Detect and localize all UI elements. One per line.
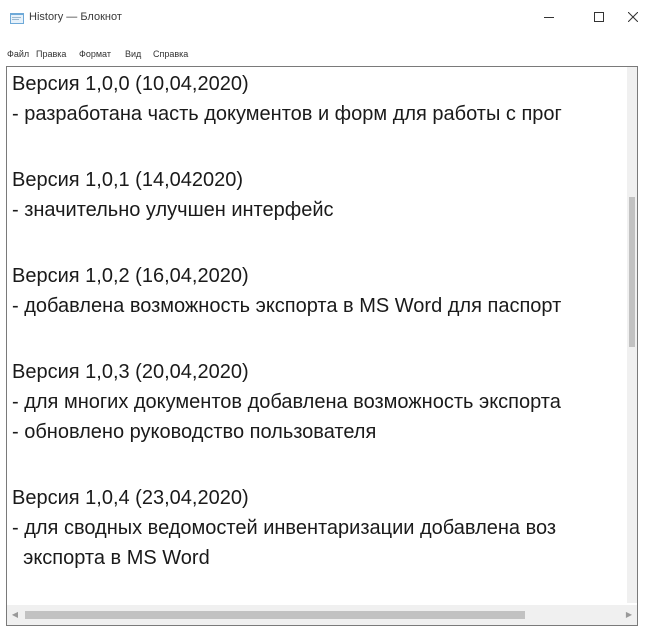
text-line: Версия 1,0,1 (14,042020) <box>12 169 244 191</box>
text-line: - для сводных ведомостей инвентаризации … <box>12 517 557 539</box>
text-line: - обновлено руководство пользователя <box>12 421 377 443</box>
minimize-button[interactable] <box>530 0 568 34</box>
text-line: - значительно улучшен интерфейс <box>12 199 334 221</box>
text-line: - разработана часть документов и форм дл… <box>12 103 562 125</box>
vertical-scroll-thumb[interactable] <box>629 197 635 347</box>
window-title: History — Блокнот <box>29 11 122 23</box>
text-line: экспорта в MS Word <box>12 547 210 569</box>
vertical-scrollbar[interactable] <box>627 67 637 603</box>
menu-help[interactable]: Справка <box>153 49 188 59</box>
horizontal-scrollbar[interactable]: ◀ ▶ <box>7 605 637 625</box>
close-icon <box>628 12 638 22</box>
maximize-icon <box>594 12 604 22</box>
notepad-window: History — Блокнот Файл Правка Формат Вид… <box>0 0 648 635</box>
maximize-button[interactable] <box>580 0 618 34</box>
menu-bar: Файл Правка Формат Вид Справка <box>0 46 648 62</box>
text-content[interactable]: Версия 1,0,0 (10,04,2020) - разработана … <box>7 69 627 604</box>
text-line: - добавлена возможность экспорта в MS Wo… <box>12 295 562 317</box>
scroll-right-icon[interactable]: ▶ <box>621 605 637 625</box>
scroll-left-icon[interactable]: ◀ <box>7 605 23 625</box>
menu-edit[interactable]: Правка <box>36 49 66 59</box>
menu-view[interactable]: Вид <box>125 49 141 59</box>
horizontal-scroll-thumb[interactable] <box>25 611 525 619</box>
notepad-icon <box>10 13 24 24</box>
text-line: Версия 1,0,4 (23,04,2020) <box>12 487 249 509</box>
menu-file[interactable]: Файл <box>7 49 29 59</box>
text-line: Версия 1,0,2 (16,04,2020) <box>12 265 249 287</box>
text-line: - для многих документов добавлена возмож… <box>12 391 561 413</box>
menu-format[interactable]: Формат <box>79 49 111 59</box>
text-line: Версия 1,0,0 (10,04,2020) <box>12 73 249 95</box>
text-line: Версия 1,0,3 (20,04,2020) <box>12 361 249 383</box>
close-button[interactable] <box>618 0 648 34</box>
minimize-icon <box>544 17 554 18</box>
title-bar[interactable]: History — Блокнот <box>0 0 648 34</box>
text-editor[interactable]: Версия 1,0,0 (10,04,2020) - разработана … <box>6 66 638 626</box>
